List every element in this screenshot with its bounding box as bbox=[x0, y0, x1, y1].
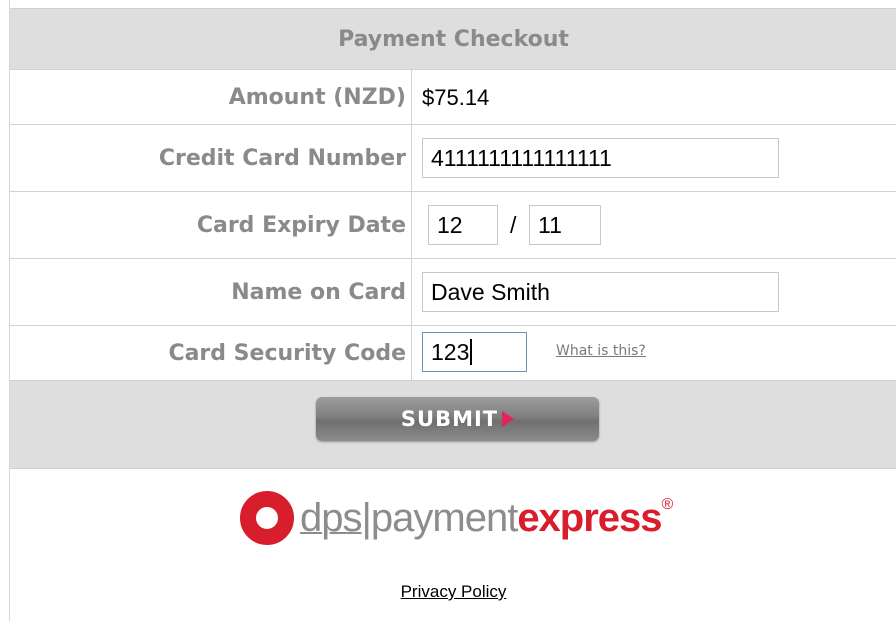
expiry-label: Card Expiry Date bbox=[196, 213, 406, 238]
name-on-card-input[interactable]: Dave Smith bbox=[422, 272, 779, 312]
card-number-input[interactable]: 4111111111111111 bbox=[422, 138, 779, 178]
logo-payment-text: payment bbox=[370, 495, 518, 540]
logo-ring-icon bbox=[240, 491, 294, 545]
logo-separator: | bbox=[361, 495, 372, 540]
column-divider bbox=[411, 259, 412, 326]
expiry-month-value: 12 bbox=[437, 211, 463, 238]
expiry-month-input[interactable]: 12 bbox=[428, 205, 498, 245]
column-divider bbox=[411, 70, 412, 125]
security-code-label: Card Security Code bbox=[168, 341, 406, 366]
column-divider bbox=[411, 326, 412, 381]
page-title-text: Payment Checkout bbox=[338, 26, 569, 52]
card-number-label: Credit Card Number bbox=[158, 146, 406, 171]
page-title: Payment Checkout bbox=[10, 8, 896, 69]
card-number-value: 4111111111111111 bbox=[431, 144, 612, 171]
what-is-this-link[interactable]: What is this? bbox=[556, 343, 646, 359]
play-arrow-icon bbox=[502, 411, 515, 427]
dps-payment-express-logo: dps|paymentexpress® bbox=[240, 482, 680, 554]
checkout-panel: Payment Checkout Amount (NZD) $75.14 Cre… bbox=[9, 0, 896, 621]
security-code-value: 123 bbox=[431, 338, 470, 365]
card-number-row: Credit Card Number 4111111111111111 bbox=[10, 124, 896, 192]
logo-dps-text: dps bbox=[300, 495, 362, 540]
submit-label: SUBMIT bbox=[400, 407, 499, 431]
security-code-input[interactable]: 123 bbox=[422, 332, 527, 372]
expiry-year-value: 11 bbox=[538, 211, 562, 238]
column-divider bbox=[411, 192, 412, 259]
expiry-separator: / bbox=[510, 212, 517, 238]
expiry-row: Card Expiry Date 12 / 11 bbox=[10, 191, 896, 259]
name-on-card-value: Dave Smith bbox=[431, 278, 550, 305]
logo-wordmark: dps|paymentexpress® bbox=[300, 495, 674, 541]
amount-row: Amount (NZD) $75.14 bbox=[10, 69, 896, 125]
security-code-row: Card Security Code 123 What is this? bbox=[10, 325, 896, 381]
logo-express-text: express bbox=[517, 495, 662, 540]
column-divider bbox=[411, 125, 412, 192]
privacy-policy-link[interactable]: Privacy Policy bbox=[10, 582, 896, 602]
submit-bar: SUBMIT bbox=[10, 380, 896, 469]
name-row: Name on Card Dave Smith bbox=[10, 258, 896, 326]
text-caret bbox=[470, 339, 473, 365]
privacy-policy-label: Privacy Policy bbox=[400, 582, 507, 601]
submit-button[interactable]: SUBMIT bbox=[316, 397, 599, 441]
name-label: Name on Card bbox=[231, 280, 406, 305]
logo-registered-mark: ® bbox=[661, 495, 674, 513]
amount-label: Amount (NZD) bbox=[228, 85, 406, 110]
amount-value: $75.14 bbox=[422, 84, 490, 110]
expiry-year-input[interactable]: 11 bbox=[529, 205, 601, 245]
